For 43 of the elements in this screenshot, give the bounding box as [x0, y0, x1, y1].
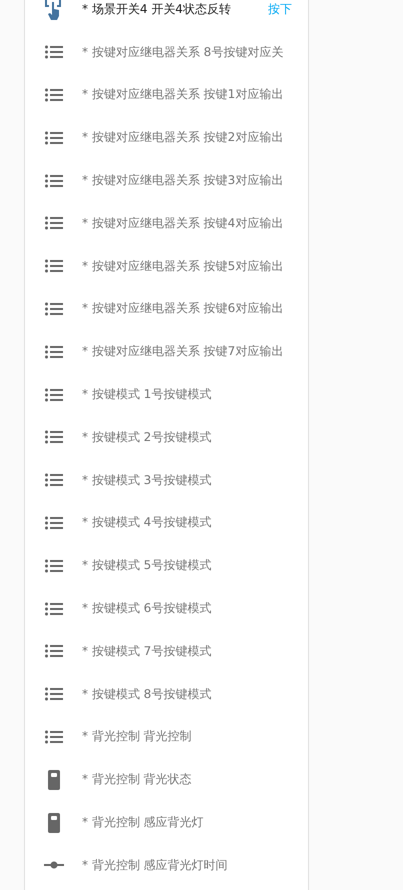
entity-name: * 按键对应继电器关系 按键6对应输出 [82, 300, 284, 318]
list-icon [44, 344, 62, 359]
list-icon [44, 88, 62, 102]
device-icon [48, 770, 60, 790]
list-icon [44, 473, 62, 488]
slider-icon [44, 861, 64, 870]
entity-name: * 按键对应继电器关系 按键5对应输出 [82, 258, 284, 275]
entity-name: * 按键对应继电器关系 按键7对应输出 [82, 343, 284, 360]
press-button[interactable]: 按下 [260, 0, 308, 18]
entity-name: * 按键模式 5号按键模式 [82, 557, 212, 574]
entity-name: * 按键对应继电器关系 8号按键对应关 [82, 44, 284, 61]
list-icon [44, 174, 62, 188]
list-icon [44, 687, 62, 702]
entity-name: * 按键模式 7号按键模式 [82, 642, 212, 660]
list-icon [44, 730, 62, 744]
list-icon [44, 602, 62, 616]
entity-name: * 按键模式 4号按键模式 [82, 514, 212, 532]
entity-name: * 按键对应继电器关系 按键3对应输出 [82, 172, 284, 190]
entity-name: * 场景开关4 开关4状态反转 [82, 0, 232, 18]
entity-name: * 按键模式 8号按键模式 [82, 686, 212, 703]
entity-name: * 按键模式 2号按键模式 [82, 428, 212, 446]
entity-name: * 按键模式 3号按键模式 [82, 472, 212, 489]
entity-name: * 按键模式 1号按键模式 [82, 386, 212, 404]
list-icon [44, 644, 62, 658]
list-icon [44, 130, 62, 145]
entity-name: * 按键对应继电器关系 按键1对应输出 [82, 86, 284, 104]
list-icon [44, 216, 62, 230]
entity-name: * 背光控制 背光状态 [82, 771, 193, 788]
list-icon [44, 430, 62, 444]
list-icon [44, 302, 62, 316]
entity-name: * 背光控制 感应背光灯 [82, 814, 205, 832]
device-icon [48, 812, 60, 833]
list-icon [44, 259, 62, 274]
entity-name: * 背光控制 感应背光灯时间 [82, 856, 229, 874]
entity-name: * 按键模式 6号按键模式 [82, 600, 212, 618]
entity-name: * 背光控制 背光控制 [82, 728, 193, 746]
list-icon [44, 558, 62, 573]
list-icon [44, 516, 62, 530]
entity-name: * 按键对应继电器关系 按键4对应输出 [82, 214, 284, 232]
touch-icon [44, 0, 64, 20]
list-icon [44, 388, 62, 402]
entity-name: * 按键对应继电器关系 按键2对应输出 [82, 129, 284, 146]
list-icon [44, 45, 62, 60]
